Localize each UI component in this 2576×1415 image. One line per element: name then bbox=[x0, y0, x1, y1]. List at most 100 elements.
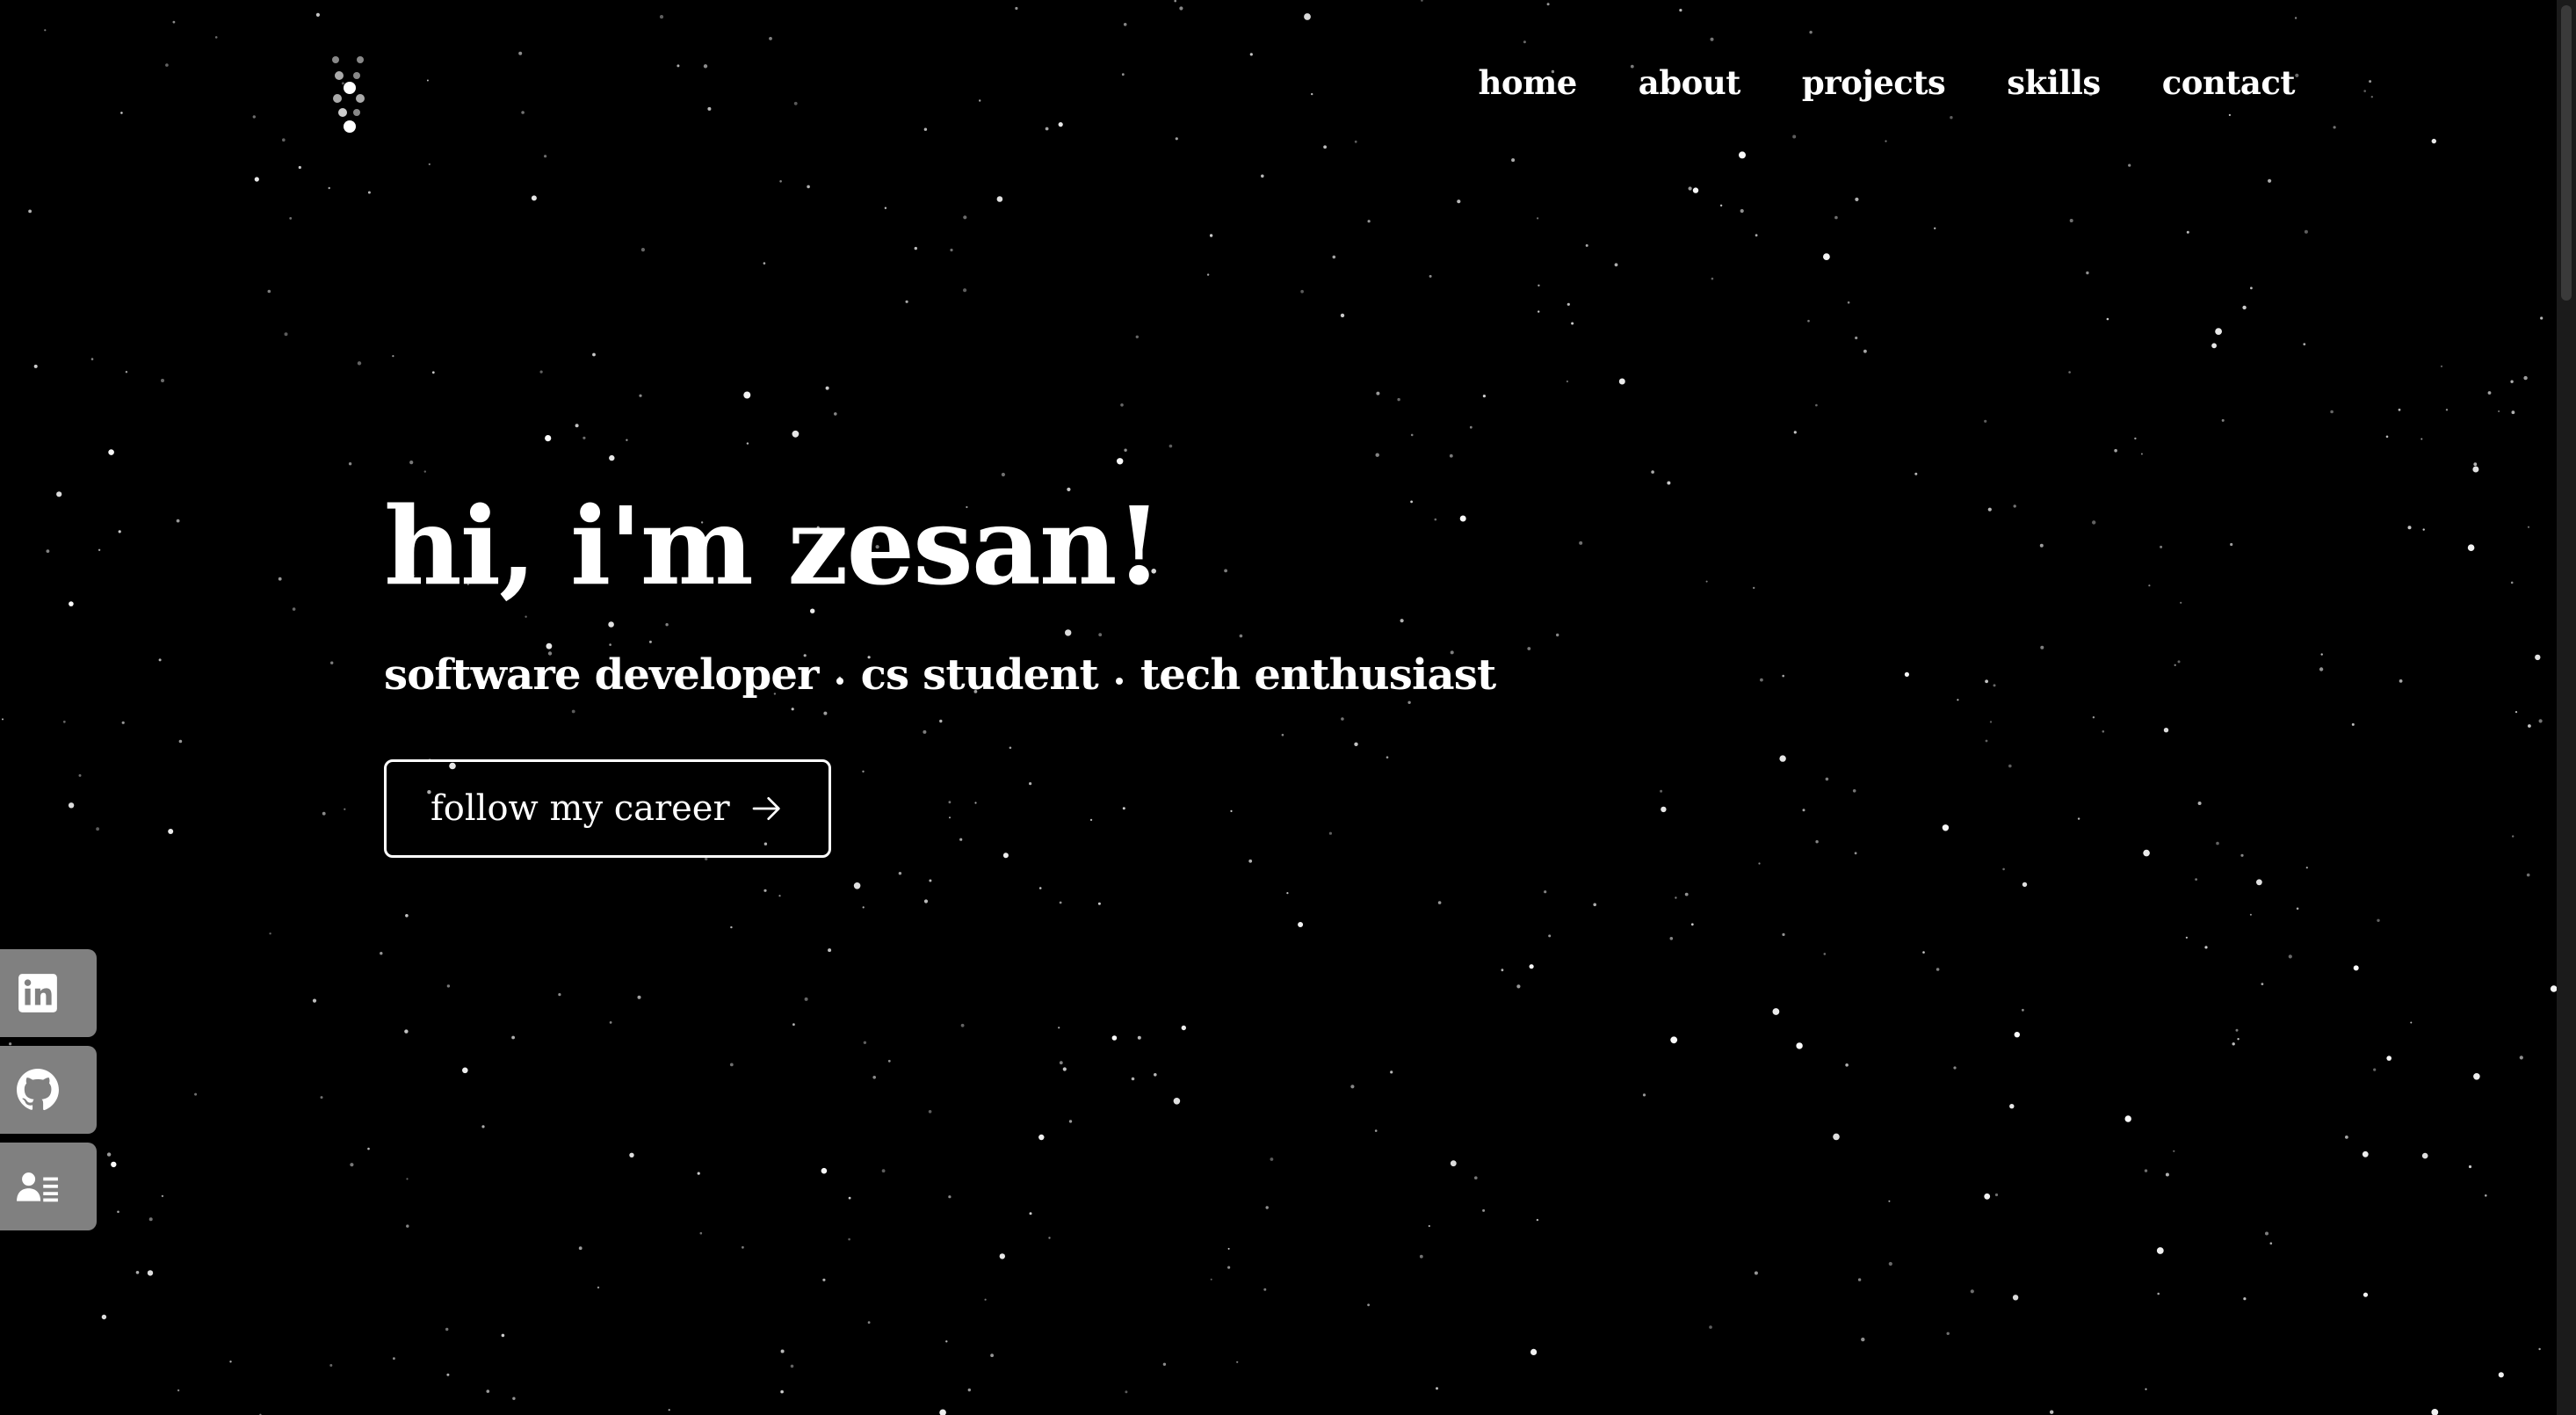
star bbox=[404, 1029, 409, 1034]
star bbox=[1474, 1176, 1478, 1179]
star bbox=[2269, 1242, 2273, 1244]
star bbox=[161, 379, 164, 382]
star bbox=[322, 811, 326, 816]
star bbox=[2144, 1169, 2148, 1172]
star bbox=[1121, 73, 1125, 76]
star bbox=[1823, 953, 1827, 955]
nav-skills[interactable]: skills bbox=[2007, 63, 2101, 102]
logo-dots-icon bbox=[332, 56, 365, 133]
star bbox=[1436, 1387, 1438, 1390]
page-scrollbar[interactable] bbox=[2557, 0, 2576, 1415]
star bbox=[406, 1178, 409, 1180]
star bbox=[1815, 840, 1819, 844]
star bbox=[177, 1389, 180, 1392]
star bbox=[1709, 1325, 1712, 1329]
star bbox=[914, 246, 918, 250]
star bbox=[1953, 1066, 1957, 1070]
nav-about[interactable]: about bbox=[1639, 63, 1741, 102]
star bbox=[609, 454, 615, 461]
star bbox=[1690, 923, 1694, 926]
star bbox=[1934, 227, 1936, 229]
linkedin-button[interactable] bbox=[0, 949, 97, 1037]
star bbox=[2319, 667, 2324, 671]
star bbox=[2535, 654, 2541, 661]
star bbox=[743, 391, 751, 399]
star bbox=[2330, 410, 2334, 414]
star bbox=[2086, 271, 2089, 275]
star bbox=[1579, 541, 1583, 545]
star bbox=[1548, 934, 1552, 938]
star bbox=[423, 470, 426, 473]
star bbox=[1670, 1036, 1678, 1044]
site-logo[interactable] bbox=[325, 51, 387, 139]
follow-career-button[interactable]: follow my career bbox=[384, 759, 831, 858]
star bbox=[1970, 1289, 1974, 1294]
star bbox=[1847, 301, 1850, 304]
star bbox=[1137, 1035, 1141, 1040]
star bbox=[111, 1161, 117, 1168]
star bbox=[2256, 879, 2262, 886]
star bbox=[1058, 122, 1063, 127]
star bbox=[2160, 545, 2163, 548]
nav-home[interactable]: home bbox=[1479, 63, 1578, 102]
star bbox=[677, 64, 680, 68]
star bbox=[1181, 1025, 1187, 1031]
star bbox=[742, 1245, 744, 1249]
star bbox=[1249, 53, 1253, 56]
star bbox=[1419, 1254, 1423, 1259]
star bbox=[1989, 721, 1993, 723]
star bbox=[948, 1195, 952, 1199]
star bbox=[1984, 1193, 1991, 1200]
star bbox=[2013, 504, 2016, 508]
star bbox=[446, 1373, 450, 1376]
star bbox=[1469, 425, 1473, 429]
star bbox=[1753, 586, 1755, 590]
star bbox=[1332, 255, 1336, 259]
star bbox=[1029, 1212, 1032, 1215]
nav-contact[interactable]: contact bbox=[2162, 63, 2296, 102]
star bbox=[1772, 1008, 1780, 1015]
star bbox=[2148, 584, 2151, 587]
star bbox=[2511, 410, 2515, 415]
star bbox=[1782, 932, 1785, 936]
star bbox=[703, 64, 708, 69]
star bbox=[1544, 890, 1547, 894]
star bbox=[1062, 1067, 1067, 1071]
nav-projects[interactable]: projects bbox=[1802, 63, 1946, 102]
star bbox=[172, 20, 176, 24]
follow-career-label: follow my career bbox=[431, 788, 730, 829]
star bbox=[44, 29, 47, 32]
star bbox=[578, 1246, 582, 1251]
star bbox=[1038, 1134, 1045, 1141]
star bbox=[2242, 305, 2247, 310]
star bbox=[1942, 824, 1950, 831]
star bbox=[2305, 867, 2308, 869]
star bbox=[575, 424, 579, 428]
star bbox=[963, 215, 967, 220]
resume-button[interactable] bbox=[0, 1143, 97, 1230]
star bbox=[539, 370, 543, 374]
star bbox=[2510, 380, 2514, 383]
star bbox=[2398, 408, 2401, 411]
star bbox=[1428, 1224, 1430, 1228]
hero-subtitle: software developer cs student tech enthu… bbox=[384, 650, 1496, 700]
star bbox=[1265, 1206, 1269, 1209]
star bbox=[2237, 1038, 2240, 1041]
scrollbar-thumb[interactable] bbox=[2561, 5, 2572, 301]
star bbox=[1015, 6, 1018, 11]
github-button[interactable] bbox=[0, 1046, 97, 1134]
star bbox=[545, 435, 552, 442]
star bbox=[1449, 454, 1453, 458]
star bbox=[1760, 678, 1763, 682]
star bbox=[2186, 230, 2189, 234]
star bbox=[2353, 965, 2359, 971]
star bbox=[1669, 937, 1674, 940]
star bbox=[2022, 882, 2028, 888]
star bbox=[1173, 1098, 1181, 1105]
star bbox=[90, 358, 94, 360]
star bbox=[928, 1110, 932, 1114]
star bbox=[1410, 433, 1414, 437]
star bbox=[1566, 380, 1568, 383]
star bbox=[1038, 887, 1042, 889]
star bbox=[121, 721, 125, 724]
